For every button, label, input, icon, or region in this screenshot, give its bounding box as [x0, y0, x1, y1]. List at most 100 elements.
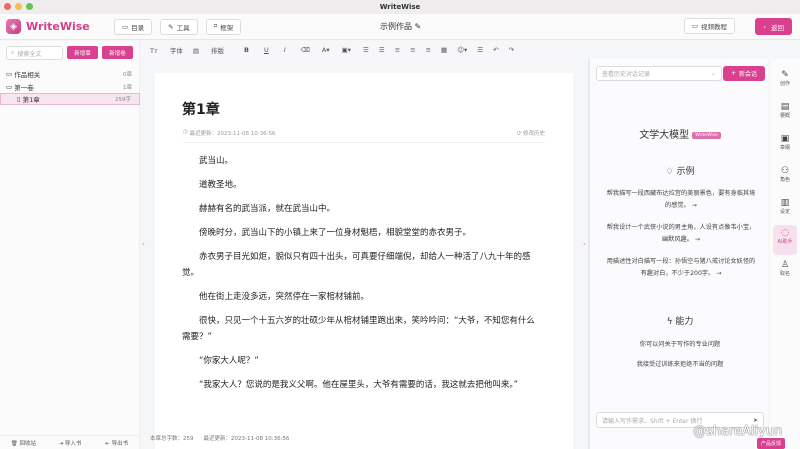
align-right-icon[interactable]: ≡ [426, 46, 431, 54]
book-icon: ▥ [780, 198, 790, 208]
frame-button[interactable]: ⌗ 框架 [205, 18, 242, 35]
rail-item-chapter-outline[interactable]: ▣ 章纲 [773, 131, 797, 161]
model-badge: WriteWise [692, 132, 721, 139]
model-name: 文学大模型 [639, 130, 690, 141]
new-chapter-button[interactable]: 新增章 [67, 46, 98, 59]
example-prompt[interactable]: 帮我设计一个武侠小说的男主角，人设有点像韦小宝，幽默风趣。 → [606, 222, 756, 246]
history-button[interactable]: ↺ 修改历史 [517, 129, 545, 137]
back-button[interactable]: ‹ 返回 [755, 18, 792, 35]
export-label: 导出书 [111, 440, 129, 447]
chapter-title[interactable]: 第1章 [182, 99, 220, 119]
underline-button[interactable]: U [264, 46, 269, 54]
export-button[interactable]: ⇤ 导出书 [93, 439, 140, 447]
editor[interactable]: 第1章 ◷ 最近更新：2023-11-08 10:36:56 ↺ 修改历史 武当山… [155, 73, 573, 449]
catalog-label: 目录 [131, 23, 145, 32]
tree-item[interactable]: ▭ 第一卷 1章 [0, 81, 140, 93]
wrench-icon: ✎ [168, 22, 174, 31]
search-input[interactable]: ⌕ 搜索全文 [6, 46, 63, 60]
person-icon: ♙ [780, 260, 790, 270]
rail-item-ai-assistant[interactable]: ◌ AI助手 [773, 225, 797, 255]
import-label: 导入书 [64, 440, 82, 447]
rail-label: 章纲 [779, 145, 790, 151]
paragraph: “我家大人？您说的是我义父啊。他在屋里头，大爷有需要的话，我这就去把他叫来。” [199, 380, 519, 390]
align-center-icon[interactable]: ≡ [410, 46, 415, 54]
ai-assistant-panel: 查看历史对话记录 ⌄ + 新会话 文学大模型 WriteWise ♢ 示例 帮我描写一… [588, 59, 768, 449]
recycle-label: 回收站 [19, 440, 36, 447]
example-prompt[interactable]: 帮我描写一段西藏布达拉宫的美丽景色，要有身临其境的感觉。 → [606, 188, 756, 212]
lightbulb-icon: ♢ [665, 167, 677, 177]
emoji-icon[interactable]: ☺▾ [457, 46, 467, 54]
format-toolbar: Tт 字体 ▤ 排版 B U I ⌫ A▾ ▣▾ ☰ ☰ ≡ ≡ ≡ ▦ ☺▾ … [140, 41, 580, 59]
import-button[interactable]: ⇥ 导入书 [47, 439, 94, 447]
rail-label: 梗概 [779, 113, 790, 119]
rail-item-settings[interactable]: ▥ 设定 [773, 195, 797, 225]
highlight-icon[interactable]: ▣▾ [342, 46, 351, 54]
tree-count: 1章 [123, 85, 132, 91]
people-icon: ⚇ [780, 166, 790, 176]
right-rail: ✎ 创作 ▤ 梗概 ▣ 章纲 ⚇ 角色 ▥ 设定 ◌ AI助手 ♙ 取名 [770, 59, 800, 449]
frame-icon: ⌗ [213, 22, 218, 30]
ability-title: 能力 [675, 317, 694, 327]
recycle-bin-button[interactable]: 🗑 回收站 [0, 439, 47, 447]
left-sidebar: ⌕ 搜索全文 新增章 新增卷 ▭ 作品相关 0章 ▭ 第一卷 1章 ▯ 第1章 259字… [0, 41, 140, 449]
paragraph: 武当山。 [199, 156, 234, 166]
tree-count: 0章 [123, 72, 132, 78]
feedback-button[interactable]: 产品反馈 [757, 438, 786, 449]
rail-item-naming[interactable]: ♙ 取名 [773, 257, 797, 287]
undo-icon[interactable]: ↶ [493, 46, 498, 54]
align-left-icon[interactable]: ≡ [395, 46, 400, 54]
rail-item-create[interactable]: ✎ 创作 [773, 67, 797, 97]
rail-label: 创作 [779, 81, 790, 87]
table-icon[interactable]: ▦ [441, 46, 447, 54]
paragraph: 赫赫有名的武当派，就在武当山中。 [199, 204, 336, 214]
new-chat-label: 新会话 [739, 71, 758, 78]
tools-button[interactable]: ✎ 工具 [160, 18, 198, 35]
chevron-down-icon: ⌄ [710, 70, 716, 77]
rail-item-synopsis[interactable]: ▤ 梗概 [773, 99, 797, 129]
collapse-right-icon[interactable]: › [583, 240, 586, 248]
history-select[interactable]: 查看历史对话记录 ⌄ [596, 66, 722, 81]
new-volume-button[interactable]: 新增卷 [102, 46, 133, 59]
chat-icon: ◌ [781, 228, 789, 238]
app-header: ◈ WriteWise ▭ 目录 ✎ 工具 ⌗ 框架 示例作品 ✎ ▭ 视频教程 ‹ 返回 [0, 14, 800, 40]
outdent-icon[interactable]: ☰ [379, 46, 385, 54]
collapse-left-icon[interactable]: ‹ [142, 240, 145, 248]
tree-item-selected[interactable]: ▯ 第1章 259字 [0, 93, 140, 105]
italic-button[interactable]: I [284, 46, 286, 54]
folder-icon: ▭ [122, 22, 129, 31]
layout-button[interactable]: ▤ 排版 [193, 45, 224, 55]
rail-label: 取名 [779, 271, 790, 277]
eraser-icon[interactable]: ⌫ [301, 46, 310, 54]
examples-title: 示例 [676, 167, 695, 177]
chapter-body[interactable]: 武当山。 道教圣地。 赫赫有名的武当派，就在武当山中。 傍晚时分，武当山下的小镇… [182, 153, 542, 401]
ability-item: 我接受过训练来拒绝不当的问题 [636, 361, 724, 368]
history-placeholder: 查看历史对话记录 [602, 71, 651, 78]
bold-button[interactable]: B [244, 46, 249, 54]
video-icon: ▭ [691, 22, 698, 30]
example-prompt[interactable]: 用描述性对白描写一段：孙悟空与猪八戒讨论女妖怪的有趣对白，不少于200字。 → [606, 256, 756, 280]
watermark: @shareAliyun [693, 424, 783, 439]
window-controls[interactable] [4, 3, 33, 10]
ability-heading: ϟ 能力 [590, 314, 770, 327]
rail-label: AI助手 [777, 239, 793, 245]
send-icon[interactable]: ➤ [753, 417, 758, 424]
divider-icon[interactable]: ☰ [477, 46, 483, 54]
font-color-icon[interactable]: A▾ [322, 46, 330, 54]
catalog-button[interactable]: ▭ 目录 [114, 18, 153, 35]
logo-text: WriteWise [26, 20, 90, 33]
chevron-left-icon: ‹ [763, 22, 766, 31]
ability-item: 你可以问关于写作的专业问题 [639, 341, 721, 348]
examples-heading: ♢ 示例 [590, 164, 770, 177]
new-chat-button[interactable]: + 新会话 [723, 66, 765, 81]
video-tutorial-button[interactable]: ▭ 视频教程 [683, 18, 735, 34]
edit-icon[interactable]: ✎ [415, 22, 422, 31]
rail-item-characters[interactable]: ⚇ 角色 [773, 163, 797, 193]
indent-icon[interactable]: ☰ [363, 46, 369, 54]
window-title: WriteWise [379, 3, 421, 11]
rail-label: 角色 [779, 177, 790, 183]
tree-item[interactable]: ▭ 作品相关 0章 [0, 68, 140, 80]
redo-icon[interactable]: ↷ [509, 46, 514, 54]
footer-updated: 最近更新：2023-11-08 10:36:56 [203, 436, 290, 442]
doc-title[interactable]: 示例作品 ✎ [380, 21, 421, 32]
font-button[interactable]: Tт 字体 [150, 45, 183, 55]
